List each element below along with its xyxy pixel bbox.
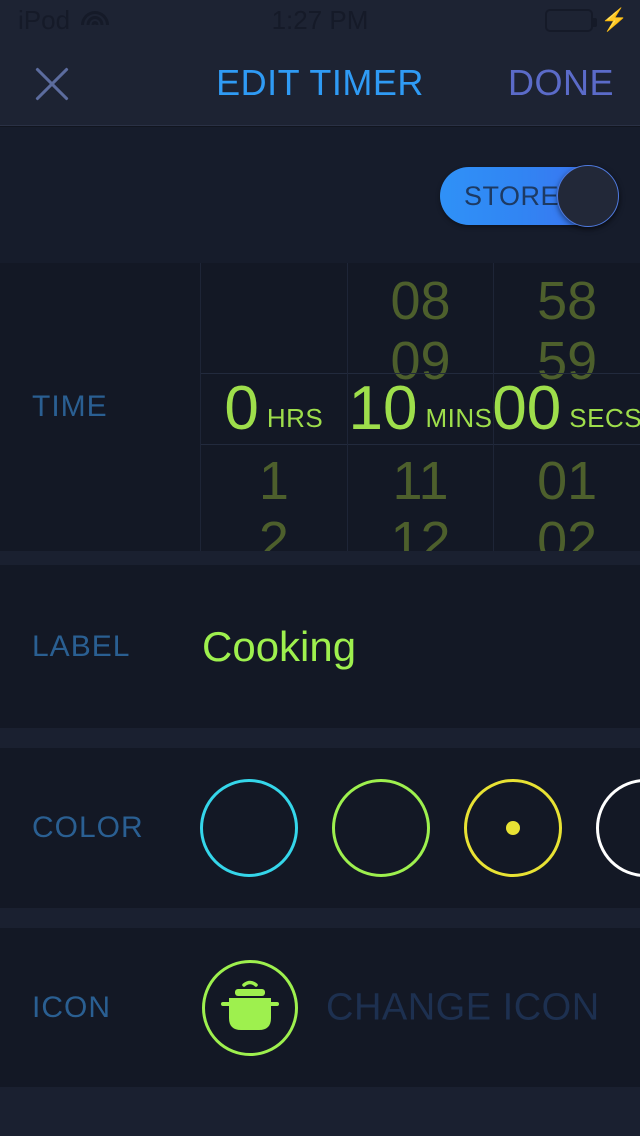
picker-selected-value: 0 [224, 374, 259, 443]
picker-unit-label: HRS [266, 403, 324, 433]
lightning-bolt-icon: ⚡ [600, 7, 628, 32]
stored-toggle-knob[interactable] [557, 165, 619, 227]
cooking-pot-glyph [221, 980, 279, 1030]
status-bar-right: ⚡ [544, 0, 628, 40]
color-swatch-spring-green[interactable] [200, 779, 298, 877]
color-swatch-yellow[interactable] [596, 779, 640, 877]
picker-column-seconds[interactable]: 58 59 00 SECS 01 02 [492, 263, 640, 571]
change-icon-button[interactable]: CHANGE ICON [326, 986, 600, 1029]
stored-section: STORED [0, 127, 640, 263]
time-section-label: TIME [32, 390, 108, 423]
cooking-pot-icon[interactable] [202, 959, 298, 1056]
color-swatch-yellow-green[interactable] [464, 779, 562, 877]
section-divider [0, 728, 640, 748]
icon-section-label: ICON [32, 990, 111, 1024]
picker-selected-seconds[interactable]: 00 SECS [492, 373, 640, 445]
label-value-field[interactable]: Cooking [202, 623, 356, 671]
done-button[interactable]: DONE [508, 40, 614, 126]
section-divider [0, 551, 640, 565]
label-section-label: LABEL [32, 629, 131, 663]
stored-toggle[interactable]: STORED [440, 165, 619, 227]
picker-selected-hours[interactable]: 0 HRS [201, 373, 347, 445]
time-section: TIME 0 HRS 1 2 08 09 10 MINS 11 12 58 59 [0, 263, 640, 571]
picker-column-minutes[interactable]: 08 09 10 MINS 11 12 [346, 263, 494, 571]
picker-unit-label: MINS [425, 403, 493, 433]
battery-icon [544, 8, 597, 32]
color-section-label: COLOR [32, 811, 144, 844]
color-swatch-list[interactable] [200, 748, 640, 908]
status-bar: iPod 1:27 PM ⚡ [0, 0, 640, 40]
section-divider [0, 908, 640, 928]
nav-bar: EDIT TIMER DONE [0, 40, 640, 126]
picker-selected-value: 00 [492, 374, 562, 443]
picker-unit-label: SECS [569, 403, 640, 433]
time-picker[interactable]: 0 HRS 1 2 08 09 10 MINS 11 12 58 59 00 S… [200, 263, 640, 571]
color-selected-dot [506, 821, 520, 835]
color-section: COLOR [0, 748, 640, 908]
color-swatch-cyan[interactable] [332, 779, 430, 877]
picker-selected-minutes[interactable]: 10 MINS [347, 373, 494, 445]
label-section: LABEL Cooking [0, 565, 640, 728]
picker-selected-value: 10 [348, 374, 418, 443]
bottom-area [0, 1087, 640, 1136]
picker-column-hours[interactable]: 0 HRS 1 2 [200, 263, 347, 571]
icon-section: ICON CHANGE ICON [0, 928, 640, 1087]
